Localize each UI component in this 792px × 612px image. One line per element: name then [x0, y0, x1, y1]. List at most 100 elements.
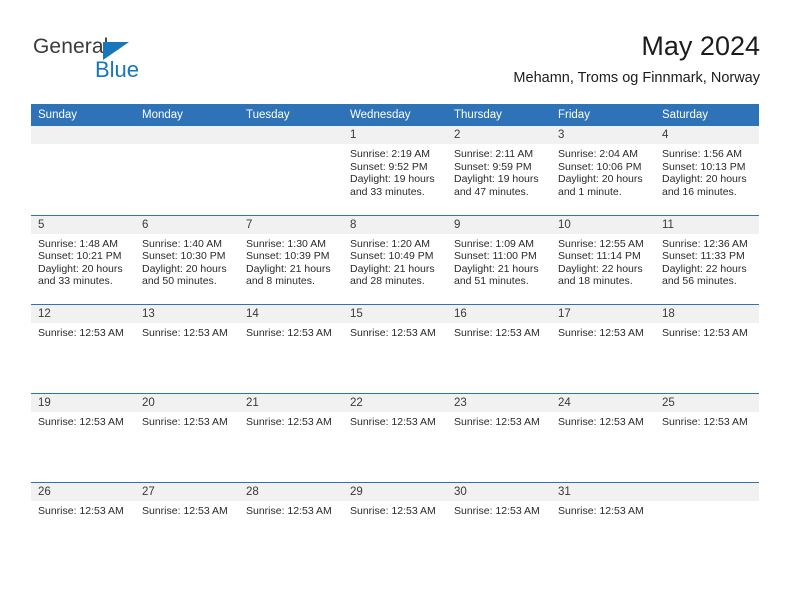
logo-text-general: General	[33, 35, 109, 58]
calendar-day-cell[interactable]: 2 Sunrise: 2:11 AM Sunset: 9:59 PM Daylight…	[447, 126, 551, 215]
weekday-header-wednesday: Wednesday	[350, 109, 411, 121]
calendar-empty-cell	[239, 126, 343, 215]
day-number: 7	[239, 215, 343, 234]
day-detail-line: Sunrise: 1:30 AM	[246, 237, 326, 250]
day-details: Sunrise: 12:53 AM	[447, 323, 551, 340]
day-detail-line: Sunrise: 1:20 AM	[350, 237, 430, 250]
calendar-day-cell[interactable]: 24 Sunrise: 12:53 AM	[551, 392, 655, 482]
day-cell-inner: 14 Sunrise: 12:53 AM	[239, 304, 343, 393]
day-detail-line: Sunrise: 12:53 AM	[350, 504, 436, 517]
calendar-day-cell[interactable]: 8 Sunrise: 1:20 AM Sunset: 10:49 PM Dayligh…	[343, 214, 447, 304]
day-detail-line: Sunset: 9:52 PM	[350, 160, 428, 173]
day-detail-line: Sunset: 11:00 PM	[454, 250, 537, 263]
calendar-day-cell[interactable]: 29 Sunrise: 12:53 AM	[343, 481, 447, 574]
calendar-day-cell[interactable]: 5 Sunrise: 1:48 AM Sunset: 10:21 PM Dayligh…	[31, 214, 135, 304]
calendar-day-cell[interactable]: 18 Sunrise: 12:53 AM	[655, 303, 759, 393]
day-number: 20	[135, 393, 239, 412]
calendar-day-cell[interactable]: 27 Sunrise: 12:53 AM	[135, 481, 239, 574]
calendar-day-cell[interactable]: 1 Sunrise: 2:19 AM Sunset: 9:52 PM Daylight…	[343, 126, 447, 215]
day-number: 31	[551, 482, 655, 501]
general-blue-logo[interactable]: General Blue	[33, 35, 233, 90]
day-details: Sunrise: 12:53 AM	[31, 412, 135, 429]
calendar-week-row: 12 Sunrise: 12:53 AM 13 Sunrise: 12:53 AM 14…	[31, 303, 759, 393]
weekday-header-tuesday: Tuesday	[246, 109, 290, 121]
calendar-body: 1 Sunrise: 2:19 AM Sunset: 9:52 PM Daylight…	[31, 126, 759, 574]
calendar-day-cell[interactable]: 16 Sunrise: 12:53 AM	[447, 303, 551, 393]
day-cell-inner: 26 Sunrise: 12:53 AM	[31, 482, 135, 575]
calendar-empty-cell	[135, 126, 239, 215]
day-number	[31, 126, 135, 144]
day-detail-line: Daylight: 19 hours and 47 minutes.	[454, 173, 539, 198]
day-cell-inner: 22 Sunrise: 12:53 AM	[343, 393, 447, 482]
day-number: 4	[655, 126, 759, 144]
day-cell-inner: 16 Sunrise: 12:53 AM	[447, 304, 551, 393]
day-detail-line: Sunrise: 12:53 AM	[38, 415, 124, 428]
day-number: 26	[31, 482, 135, 501]
calendar-day-cell[interactable]: 13 Sunrise: 12:53 AM	[135, 303, 239, 393]
calendar-day-cell[interactable]: 26 Sunrise: 12:53 AM	[31, 481, 135, 575]
day-cell-inner: 11 Sunrise: 12:36 AM Sunset: 11:33 PM Dayli…	[655, 215, 759, 304]
day-detail-line: Sunrise: 12:53 AM	[142, 504, 228, 517]
calendar-day-cell[interactable]: 25 Sunrise: 12:53 AM	[655, 392, 759, 482]
calendar-week-row: 1 Sunrise: 2:19 AM Sunset: 9:52 PM Daylight…	[31, 126, 759, 215]
calendar-day-cell[interactable]: 12 Sunrise: 12:53 AM	[31, 303, 135, 393]
day-detail-line: Sunrise: 1:48 AM	[38, 237, 118, 250]
day-detail-line: Sunset: 10:06 PM	[558, 160, 642, 173]
calendar-day-cell[interactable]: 17 Sunrise: 12:53 AM	[551, 303, 655, 393]
calendar-day-cell[interactable]: 21 Sunrise: 12:53 AM	[239, 392, 343, 482]
day-cell-inner	[31, 126, 135, 215]
day-detail-line: Sunset: 9:59 PM	[454, 160, 532, 173]
day-detail-line: Sunrise: 12:53 AM	[246, 504, 332, 517]
day-number: 16	[447, 304, 551, 323]
day-cell-inner: 4 Sunrise: 1:56 AM Sunset: 10:13 PM Dayligh…	[655, 126, 759, 215]
calendar-day-cell[interactable]: 4 Sunrise: 1:56 AM Sunset: 10:13 PM Dayligh…	[655, 126, 759, 215]
day-detail-line: Sunrise: 12:36 AM	[662, 237, 748, 250]
day-number: 28	[239, 482, 343, 501]
calendar-day-cell[interactable]: 15 Sunrise: 12:53 AM	[343, 303, 447, 393]
calendar-day-cell[interactable]: 19 Sunrise: 12:53 AM	[31, 392, 135, 482]
day-detail-line: Sunrise: 2:04 AM	[558, 148, 638, 160]
calendar-day-cell[interactable]: 7 Sunrise: 1:30 AM Sunset: 10:39 PM Dayligh…	[239, 214, 343, 304]
day-detail-line: Daylight: 20 hours and 16 minutes.	[662, 173, 747, 198]
day-cell-inner: 17 Sunrise: 12:53 AM	[551, 304, 655, 393]
calendar-day-cell[interactable]: 14 Sunrise: 12:53 AM	[239, 303, 343, 393]
day-details: Sunrise: 12:53 AM	[343, 412, 447, 429]
calendar-day-cell[interactable]: 31 Sunrise: 12:53 AM	[551, 481, 655, 574]
day-cell-inner	[135, 126, 239, 215]
calendar-day-cell[interactable]: 6 Sunrise: 1:40 AM Sunset: 10:30 PM Dayligh…	[135, 214, 239, 304]
day-number: 3	[551, 126, 655, 144]
day-number: 13	[135, 304, 239, 323]
day-number: 8	[343, 215, 447, 234]
weekday-header-thursday: Thursday	[454, 109, 502, 121]
day-cell-inner: 13 Sunrise: 12:53 AM	[135, 304, 239, 393]
calendar-day-cell[interactable]: 9 Sunrise: 1:09 AM Sunset: 11:00 PM Dayligh…	[447, 214, 551, 304]
day-cell-inner: 24 Sunrise: 12:53 AM	[551, 393, 655, 482]
day-number	[239, 126, 343, 144]
day-details: Sunrise: 12:53 AM	[31, 323, 135, 340]
weekday-header-row: Sunday Monday Tuesday Wednesday Thursday…	[31, 104, 759, 126]
day-cell-inner: 7 Sunrise: 1:30 AM Sunset: 10:39 PM Dayligh…	[239, 215, 343, 304]
calendar-day-cell[interactable]: 10 Sunrise: 12:55 AM Sunset: 11:14 PM Dayli…	[551, 214, 655, 304]
day-details: Sunrise: 12:53 AM	[551, 323, 655, 340]
calendar-day-cell[interactable]: 28 Sunrise: 12:53 AM	[239, 481, 343, 575]
calendar-day-cell[interactable]: 11 Sunrise: 12:36 AM Sunset: 11:33 PM Dayli…	[655, 214, 759, 304]
calendar-day-cell[interactable]: 20 Sunrise: 12:53 AM	[135, 392, 239, 482]
day-number: 23	[447, 393, 551, 412]
weekday-header-monday: Monday	[142, 109, 183, 121]
day-details: Sunrise: 12:55 AM Sunset: 11:14 PM Dayligh…	[551, 234, 655, 288]
day-number: 2	[447, 126, 551, 144]
day-number: 25	[655, 393, 759, 412]
weekday-header-saturday: Saturday	[662, 109, 709, 121]
day-detail-line: Sunrise: 12:53 AM	[662, 415, 748, 428]
calendar-day-cell[interactable]: 22 Sunrise: 12:53 AM	[343, 392, 447, 482]
day-details: Sunrise: 1:56 AM Sunset: 10:13 PM Daylight…	[655, 144, 759, 198]
calendar-day-cell[interactable]: 30 Sunrise: 12:53 AM	[447, 481, 551, 574]
day-detail-line: Sunrise: 2:19 AM	[350, 148, 430, 160]
day-detail-line: Sunset: 10:39 PM	[246, 250, 330, 263]
day-details: Sunrise: 12:53 AM	[31, 501, 135, 518]
day-number: 21	[239, 393, 343, 412]
day-detail-line: Sunrise: 12:53 AM	[558, 504, 644, 517]
calendar-day-cell[interactable]: 3 Sunrise: 2:04 AM Sunset: 10:06 PM Dayligh…	[551, 126, 655, 215]
day-cell-inner: 28 Sunrise: 12:53 AM	[239, 482, 343, 575]
calendar-day-cell[interactable]: 23 Sunrise: 12:53 AM	[447, 392, 551, 482]
